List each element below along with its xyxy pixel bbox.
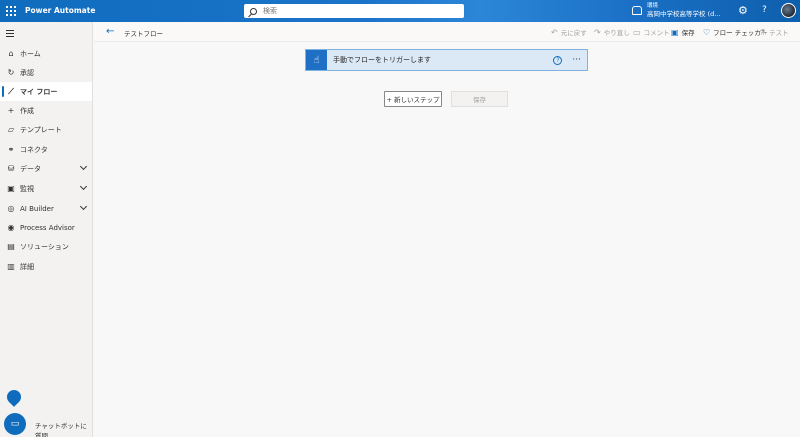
sidebar-item-process-advisor[interactable]: ◉ Process Advisor — [0, 218, 92, 237]
undo-label: 元に戻す — [560, 29, 587, 37]
search-input[interactable] — [263, 7, 443, 15]
gear-icon[interactable]: ⚙ — [738, 5, 748, 16]
help-icon[interactable]: ? — [762, 5, 767, 15]
app-title[interactable]: Power Automate — [25, 6, 95, 15]
test-label: テスト — [769, 29, 789, 37]
command-bar: ← テストフロー ↶ 元に戻す ↷ やり直し ▭ コメント ▣ 保存 ♡ フロー… — [94, 22, 800, 42]
save-button[interactable]: 保存 — [451, 91, 508, 107]
back-arrow-icon[interactable]: ← — [106, 26, 114, 37]
stethoscope-icon: ♡ — [703, 27, 711, 37]
sidebar-item-home[interactable]: ⌂ ホーム — [0, 44, 92, 63]
sidebar-item-label: 作成 — [20, 106, 34, 115]
monitor-icon: ▣ — [7, 184, 15, 193]
sidebar-item-approvals[interactable]: ↻ 承認 — [0, 63, 92, 82]
comment-icon: ▭ — [633, 27, 641, 37]
search-icon — [250, 7, 257, 15]
sidebar-item-label: コネクタ — [20, 145, 48, 154]
trigger-title: 手動でフローをトリガーします — [333, 56, 431, 64]
sidebar-item-label: データ — [20, 164, 41, 173]
sidebar-item-monitor[interactable]: ▣ 監視 — [0, 179, 92, 198]
sidebar-item-connectors[interactable]: ⚭ コネクタ — [0, 140, 92, 159]
sidebar: ⌂ ホーム ↻ 承認 ⟋ マイ フロー + 作成 ▱ テンプレート ⚭ コネクタ… — [0, 22, 93, 437]
trigger-card[interactable]: ☝ 手動でフローをトリガーします ? ··· — [305, 49, 588, 71]
comment-label: コメント — [643, 29, 670, 37]
hamburger-menu-icon[interactable] — [6, 30, 14, 39]
help-circle-icon[interactable]: ? — [553, 55, 563, 65]
chevron-down-icon[interactable] — [79, 202, 88, 211]
save-icon: ▣ — [671, 27, 679, 37]
chatbot-notification-icon[interactable] — [4, 387, 24, 407]
environment-name: 高岡中学校高等学校 (d... — [647, 10, 721, 18]
sidebar-item-label: 監視 — [20, 184, 34, 193]
sidebar-item-learn[interactable]: ▥ 詳細 — [0, 257, 92, 276]
search-box[interactable] — [244, 4, 464, 18]
template-icon: ▱ — [7, 125, 15, 134]
sidebar-item-label: Process Advisor — [20, 223, 75, 232]
redo-label: やり直し — [603, 29, 630, 37]
sidebar-item-label: テンプレート — [20, 125, 62, 134]
undo-icon: ↶ — [551, 27, 558, 37]
plus-icon: + — [7, 106, 15, 115]
flow-name: テストフロー — [124, 30, 163, 38]
flow-icon: ⟋ — [8, 86, 14, 96]
test-icon: ⚗ — [759, 27, 767, 37]
ai-builder-icon: ◎ — [7, 204, 15, 213]
database-icon: ⛁ — [7, 164, 15, 173]
sidebar-item-label: ソリューション — [20, 242, 69, 251]
sidebar-item-solutions[interactable]: ▤ ソリューション — [0, 237, 92, 256]
environment-label: 環境 — [647, 3, 659, 9]
sidebar-item-label: 詳細 — [20, 262, 34, 271]
more-options-icon[interactable]: ··· — [572, 55, 581, 65]
environment-icon — [632, 5, 642, 15]
sidebar-item-data[interactable]: ⛁ データ — [0, 159, 92, 178]
sidebar-item-label: AI Builder — [20, 204, 54, 213]
flow-canvas — [94, 43, 800, 437]
sidebar-item-my-flows[interactable]: ⟋ マイ フロー — [0, 82, 92, 101]
connector-icon: ⚭ — [7, 145, 15, 154]
test-button[interactable]: ⚗ テスト — [759, 27, 789, 38]
chevron-down-icon[interactable] — [79, 182, 88, 191]
approvals-icon: ↻ — [7, 68, 15, 77]
process-advisor-icon: ◉ — [7, 223, 15, 232]
new-step-button[interactable]: + 新しいステップ — [384, 91, 442, 107]
sidebar-item-ai-builder[interactable]: ◎ AI Builder — [0, 199, 92, 218]
avatar[interactable] — [781, 3, 796, 18]
environment-picker[interactable]: 環境 高岡中学校高等学校 (d... — [632, 2, 720, 18]
top-bar: Power Automate 環境 高岡中学校高等学校 (d... ⚙ ? — [0, 0, 800, 22]
redo-button[interactable]: ↷ やり直し — [594, 27, 630, 38]
save-label: 保存 — [681, 29, 695, 37]
sidebar-item-templates[interactable]: ▱ テンプレート — [0, 120, 92, 139]
home-icon: ⌂ — [8, 49, 14, 58]
sidebar-item-label: 承認 — [20, 68, 34, 77]
undo-button[interactable]: ↶ 元に戻す — [551, 27, 587, 38]
redo-icon: ↷ — [594, 27, 601, 37]
solutions-icon: ▤ — [7, 242, 15, 251]
chatbot-label[interactable]: チャットボットに質問 — [35, 420, 92, 437]
save-command-button[interactable]: ▣ 保存 — [671, 27, 695, 38]
chevron-down-icon[interactable] — [79, 162, 88, 171]
chatbot-icon[interactable]: ▭ — [4, 413, 26, 435]
learn-icon: ▥ — [7, 262, 15, 271]
comment-button[interactable]: ▭ コメント — [633, 27, 670, 38]
sidebar-item-create[interactable]: + 作成 — [0, 101, 92, 120]
flow-checker-button[interactable]: ♡ フロー チェッカー — [703, 27, 767, 38]
touch-hand-icon: ☝ — [306, 50, 327, 70]
app-launcher-icon[interactable] — [4, 4, 18, 18]
sidebar-item-label: ホーム — [20, 49, 41, 58]
sidebar-item-label: マイ フロー — [20, 87, 58, 96]
